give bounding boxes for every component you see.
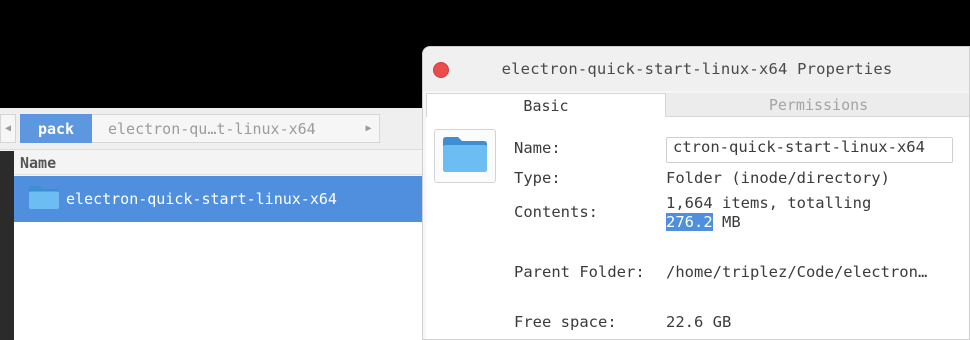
file-list-empty-area[interactable] — [14, 222, 460, 340]
tab-permissions[interactable]: Permissions — [666, 93, 969, 117]
properties-dialog: electron-quick-start-linux-x64 Propertie… — [422, 46, 970, 340]
breadcrumb-item[interactable]: electron-qu…t-linux-x64 — [92, 114, 358, 143]
column-header-name[interactable]: Name — [14, 151, 460, 175]
file-name-label: electron-quick-start-linux-x64 — [66, 190, 337, 208]
contents-label: Contents: — [514, 203, 598, 221]
file-list-item[interactable]: electron-quick-start-linux-x64 — [14, 176, 460, 222]
type-value: Folder (inode/directory) — [666, 169, 890, 187]
file-manager-window: ◀ pack electron-qu…t-linux-x64 ▶ Name el… — [0, 108, 460, 340]
basic-tab-panel: Name: ctron-quick-start-linux-x64 Type: … — [426, 117, 969, 339]
breadcrumb-item-active[interactable]: pack — [20, 114, 92, 143]
contents-size: 276.2 MB — [666, 213, 741, 231]
dialog-titlebar[interactable]: electron-quick-start-linux-x64 Propertie… — [423, 47, 969, 91]
name-input-value: ctron-quick-start-linux-x64 — [673, 138, 925, 156]
folder-icon-button[interactable] — [434, 129, 496, 183]
free-space-value: 22.6 GB — [666, 313, 732, 331]
sidebar — [0, 151, 14, 340]
contents-size-selected: 276.2 — [666, 213, 713, 231]
path-scroll-right-button[interactable]: ▶ — [358, 114, 380, 143]
tab-bar: Basic Permissions — [423, 93, 969, 117]
contents-unit: MB — [712, 213, 741, 231]
close-button[interactable] — [433, 62, 449, 78]
folder-icon — [28, 184, 60, 214]
dialog-title: electron-quick-start-linux-x64 Propertie… — [501, 60, 893, 78]
name-label: Name: — [514, 139, 561, 157]
parent-folder-label: Parent Folder: — [514, 263, 645, 281]
contents-value: 1,664 items, totalling — [666, 194, 872, 212]
name-input[interactable]: ctron-quick-start-linux-x64 — [666, 137, 953, 163]
path-bar: ◀ pack electron-qu…t-linux-x64 ▶ — [0, 108, 460, 150]
tab-basic[interactable]: Basic — [426, 93, 666, 117]
type-label: Type: — [514, 169, 561, 187]
path-scroll-left-button[interactable]: ◀ — [0, 114, 16, 143]
parent-folder-value: /home/triplez/Code/electron… — [666, 263, 928, 281]
free-space-label: Free space: — [514, 313, 617, 331]
folder-icon — [442, 135, 488, 177]
